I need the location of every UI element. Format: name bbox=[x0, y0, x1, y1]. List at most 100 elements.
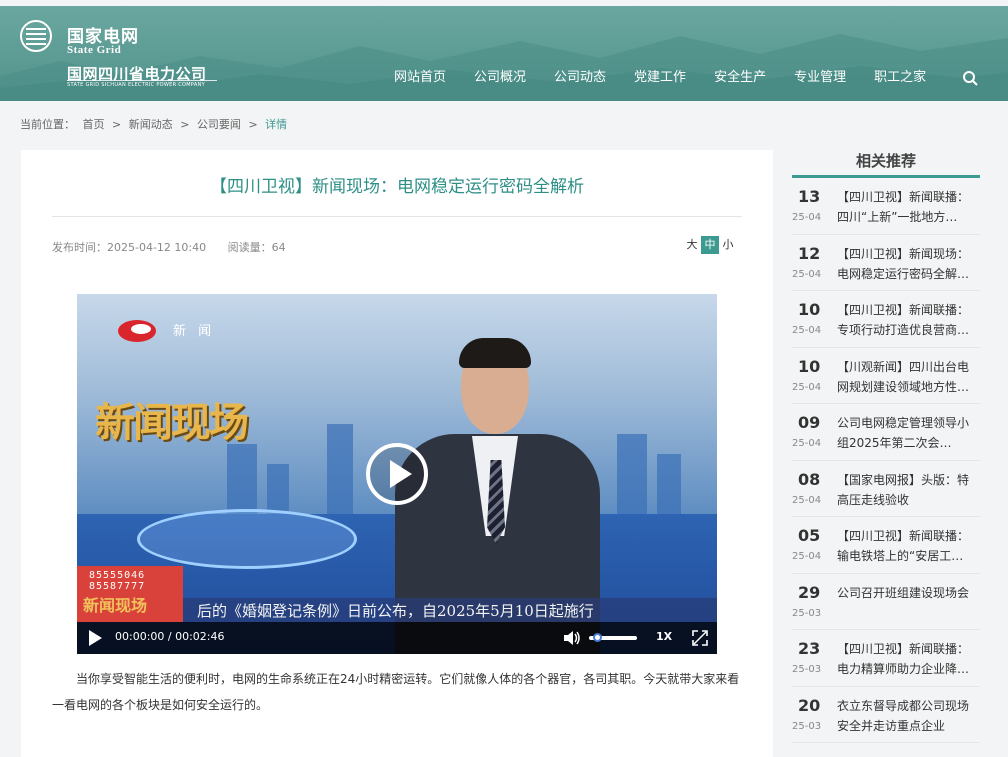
video-controls: 00:00:00 / 00:02:46 1X bbox=[77, 622, 717, 654]
related-item-day: 13 bbox=[798, 187, 821, 206]
breadcrumb-sep: > bbox=[180, 118, 190, 131]
related-item-day: 10 bbox=[798, 356, 821, 376]
ticker-number: 85555046 bbox=[89, 570, 146, 581]
main-nav: 网站首页 公司概况 公司动态 党建工作 安全生产 专业管理 职工之家 bbox=[380, 68, 940, 88]
video-building bbox=[617, 434, 647, 514]
nav-management[interactable]: 专业管理 bbox=[780, 68, 860, 88]
brand-name-en: State Grid bbox=[67, 44, 122, 56]
video-building bbox=[327, 424, 353, 514]
breadcrumb-current: 详情 bbox=[265, 118, 288, 131]
related-item[interactable]: 13 25-04 【四川卫视】新闻联播：四川“上新”一批地方… bbox=[792, 178, 980, 235]
video-building bbox=[657, 454, 681, 514]
related-item-title[interactable]: 【四川卫视】新闻联播：电力精算师助力企业降… bbox=[837, 639, 979, 679]
show-title: 新闻现场 bbox=[95, 399, 249, 446]
video-building bbox=[267, 464, 289, 514]
related-item-title[interactable]: 【川观新闻】四川出台电网规划建设领域地方性… bbox=[837, 357, 979, 397]
related-item[interactable]: 20 25-03 衣立东督导成都公司现场安全并走访重点企业 bbox=[792, 687, 980, 743]
search-icon[interactable] bbox=[962, 70, 978, 86]
ticker-text: 后的《婚姻登记条例》日前公布，自2025年5月10日起施行 bbox=[197, 602, 594, 620]
breadcrumb-news[interactable]: 新闻动态 bbox=[129, 118, 173, 131]
anchor-hair bbox=[459, 338, 531, 368]
breadcrumb-sep: > bbox=[112, 118, 122, 131]
breadcrumb-sep: > bbox=[248, 118, 258, 131]
breadcrumb: 当前位置： 首页 > 新闻动态 > 公司要闻 > 详情 bbox=[20, 116, 291, 132]
channel-label: 新 闻 bbox=[173, 324, 216, 339]
related-item[interactable]: 08 25-04 【国家电网报】头版：特高压走线验收 bbox=[792, 461, 980, 517]
article-card: 【四川卫视】新闻现场：电网稳定运行密码全解析 发布时间：2025-04-12 1… bbox=[21, 150, 773, 757]
video-building bbox=[227, 444, 257, 514]
site-header: 国家电网 State Grid 国网四川省电力公司 STATE GRID SIC… bbox=[0, 6, 1008, 101]
breadcrumb-prefix: 当前位置： bbox=[20, 118, 75, 131]
article-meta: 发布时间：2025-04-12 10:40 阅读量：64 bbox=[52, 239, 304, 255]
font-size-switcher: 大 中 小 bbox=[683, 236, 737, 254]
related-item-day: 23 bbox=[798, 639, 821, 658]
related-item-month: 25-04 bbox=[792, 494, 822, 506]
ticker-logo: 新闻现场 bbox=[83, 596, 148, 615]
related-item-month: 25-03 bbox=[792, 720, 822, 732]
related-item-day: 12 bbox=[798, 243, 821, 263]
related-item[interactable]: 29 25-03 公司召开班组建设现场会 bbox=[792, 574, 980, 630]
breadcrumb-company-news[interactable]: 公司要闻 bbox=[197, 118, 241, 131]
play-icon[interactable] bbox=[87, 629, 103, 647]
volume-knob[interactable] bbox=[593, 633, 602, 642]
related-item[interactable]: 05 25-04 【四川卫视】新闻联播：输电铁塔上的“安居工… bbox=[792, 517, 980, 574]
related-item-month: 25-04 bbox=[792, 438, 822, 449]
related-sidebar: 相关推荐 13 25-04 【四川卫视】新闻联播：四川“上新”一批地方… 12 25-0… bbox=[792, 150, 980, 743]
related-item-day: 29 bbox=[798, 582, 821, 602]
related-item-month: 25-04 bbox=[792, 551, 822, 562]
related-item[interactable]: 09 25-04 公司电网稳定管理领导小组2025年第二次会… bbox=[792, 404, 980, 461]
font-size-medium[interactable]: 中 bbox=[701, 236, 719, 254]
company-name-en: STATE GRID SICHUAN ELECTRIC POWER COMPAN… bbox=[67, 82, 205, 88]
related-item-day: 09 bbox=[798, 413, 821, 432]
publish-time: 发布时间：2025-04-12 10:40 bbox=[52, 241, 207, 254]
title-divider bbox=[52, 216, 742, 217]
related-item-month: 25-04 bbox=[792, 212, 822, 223]
big-play-icon[interactable] bbox=[365, 442, 429, 506]
nav-about[interactable]: 公司概况 bbox=[460, 68, 540, 88]
nav-news[interactable]: 公司动态 bbox=[540, 68, 620, 88]
nav-safety[interactable]: 安全生产 bbox=[700, 68, 780, 88]
article-title: 【四川卫视】新闻现场：电网稳定运行密码全解析 bbox=[210, 177, 584, 197]
related-item[interactable]: 10 25-04 【川观新闻】四川出台电网规划建设领域地方性… bbox=[792, 348, 980, 404]
nav-home[interactable]: 网站首页 bbox=[380, 68, 460, 88]
video-player[interactable]: 新 闻 新闻现场 85555046 85587777 新闻现场 后的《婚姻登记条… bbox=[77, 294, 717, 654]
related-item[interactable]: 10 25-04 【四川卫视】新闻联播：专项行动打造优良营商… bbox=[792, 291, 980, 348]
channel-logo-icon bbox=[118, 320, 156, 342]
related-item-title[interactable]: 【四川卫视】新闻联播：专项行动打造优良营商… bbox=[837, 300, 979, 340]
brand-divider bbox=[67, 80, 217, 81]
related-item-month: 25-04 bbox=[792, 268, 822, 280]
video-stadium bbox=[137, 509, 357, 569]
font-size-small[interactable]: 小 bbox=[719, 236, 737, 254]
speed-button[interactable]: 1X bbox=[656, 630, 672, 643]
ticker-number: 85587777 bbox=[89, 581, 146, 592]
related-item-month: 25-04 bbox=[792, 325, 822, 336]
volume-icon[interactable] bbox=[563, 629, 581, 647]
related-item-title[interactable]: 公司电网稳定管理领导小组2025年第二次会… bbox=[837, 413, 979, 453]
related-item[interactable]: 23 25-03 【四川卫视】新闻联播：电力精算师助力企业降… bbox=[792, 630, 980, 687]
related-item-title[interactable]: 【四川卫视】新闻现场：电网稳定运行密码全解… bbox=[837, 244, 979, 284]
related-list: 13 25-04 【四川卫视】新闻联播：四川“上新”一批地方… 12 25-04 【四川卫… bbox=[792, 178, 980, 743]
nav-party[interactable]: 党建工作 bbox=[620, 68, 700, 88]
breadcrumb-home[interactable]: 首页 bbox=[83, 118, 105, 131]
sidebar-title: 相关推荐 bbox=[792, 150, 980, 178]
related-item-title[interactable]: 【四川卫视】新闻联播：输电铁塔上的“安居工… bbox=[837, 526, 979, 566]
video-time: 00:00:00 / 00:02:46 bbox=[115, 630, 225, 643]
state-grid-logo-icon[interactable] bbox=[20, 20, 52, 52]
related-item-title[interactable]: 衣立东督导成都公司现场安全并走访重点企业 bbox=[837, 696, 979, 736]
read-count: 阅读量：64 bbox=[227, 241, 286, 254]
article-paragraph: 当你享受智能生活的便利时，电网的生命系统正在24小时精密运转。它们就像人体的各个… bbox=[52, 672, 740, 712]
nav-staff[interactable]: 职工之家 bbox=[860, 68, 940, 88]
related-item-title[interactable]: 【国家电网报】头版：特高压走线验收 bbox=[837, 470, 979, 510]
related-item[interactable]: 12 25-04 【四川卫视】新闻现场：电网稳定运行密码全解… bbox=[792, 235, 980, 291]
related-item-title[interactable]: 公司召开班组建设现场会 bbox=[837, 583, 979, 623]
related-item-month: 25-04 bbox=[792, 381, 822, 393]
related-item-title[interactable]: 【四川卫视】新闻联播：四川“上新”一批地方… bbox=[837, 187, 979, 227]
related-item-day: 10 bbox=[798, 300, 821, 319]
related-item-day: 08 bbox=[798, 469, 821, 489]
related-item-day: 20 bbox=[798, 695, 821, 715]
fullscreen-icon[interactable] bbox=[691, 629, 709, 647]
font-size-large[interactable]: 大 bbox=[683, 236, 701, 254]
ticker-numbers: 85555046 85587777 bbox=[89, 570, 145, 592]
related-item-day: 05 bbox=[798, 526, 821, 545]
related-item-month: 25-03 bbox=[792, 664, 822, 675]
